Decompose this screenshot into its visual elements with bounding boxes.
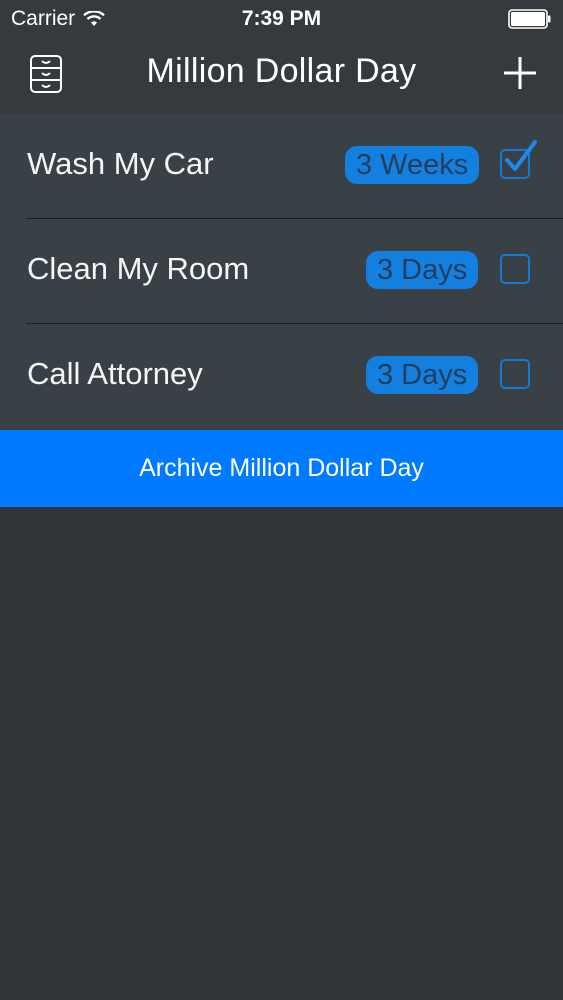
archive-day-button[interactable]: Archive Million Dollar Day xyxy=(0,430,563,507)
plus-icon[interactable] xyxy=(503,56,537,90)
task-list: Wash My Car 3 Weeks Clean My Room 3 Days… xyxy=(0,114,563,430)
task-row[interactable]: Wash My Car 3 Weeks xyxy=(0,114,563,219)
top-bar: Carrier 7:39 PM Million Dollar Day xyxy=(0,0,563,114)
due-badge[interactable]: 3 Days xyxy=(366,356,479,394)
task-checkbox[interactable] xyxy=(500,359,530,389)
task-label: Call Attorney xyxy=(27,356,203,391)
task-checkbox[interactable] xyxy=(500,254,530,284)
task-label: Wash My Car xyxy=(27,146,214,181)
task-row[interactable]: Clean My Room 3 Days xyxy=(0,219,563,324)
app-screen: Carrier 7:39 PM Million Dollar Day Wash … xyxy=(0,0,563,1000)
task-checkbox[interactable] xyxy=(500,140,537,179)
page-title: Million Dollar Day xyxy=(146,52,417,90)
battery-icon xyxy=(508,9,551,29)
task-label: Clean My Room xyxy=(27,251,250,286)
checkmark-icon xyxy=(505,140,537,171)
status-time: 7:39 PM xyxy=(241,7,322,30)
due-badge[interactable]: 3 Days xyxy=(366,251,479,289)
task-row[interactable]: Call Attorney 3 Days xyxy=(0,324,563,429)
due-badge[interactable]: 3 Weeks xyxy=(345,146,480,184)
